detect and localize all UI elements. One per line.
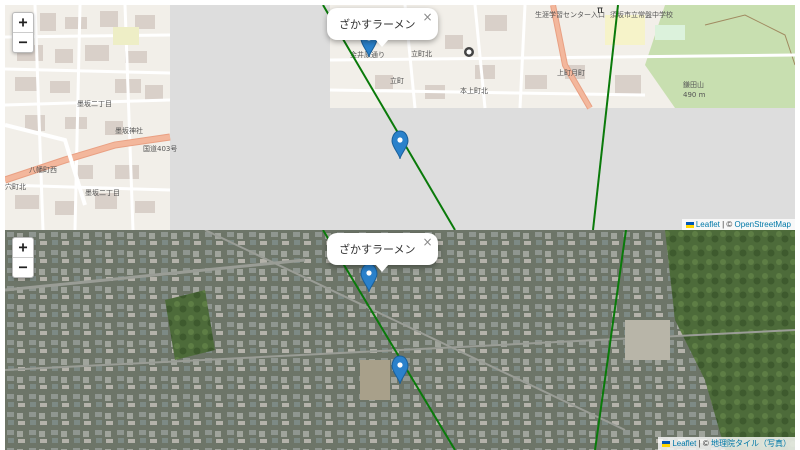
attribution-aerial: Leaflet | © 地理院タイル（写真）	[658, 437, 795, 450]
marker-popup-aerial: ざかすラーメン ×	[327, 233, 438, 272]
leaflet-link[interactable]: Leaflet	[696, 220, 720, 229]
label-area-3: 国道403号	[143, 144, 177, 153]
label-street-2: 立町	[390, 76, 404, 85]
zoom-control-aerial: + −	[12, 237, 34, 278]
label-mountain: 鎌田山	[683, 80, 704, 89]
ukraine-flag-icon-aerial	[662, 440, 671, 447]
aerial-field	[360, 360, 390, 400]
zoom-in-button-aerial[interactable]: +	[13, 238, 33, 257]
popup-text-aerial: ざかすラーメン	[339, 243, 416, 256]
label-street-3: 本上町北	[460, 86, 488, 95]
osm-school-grounds	[605, 15, 645, 45]
osm-link[interactable]: OpenStreetMap	[735, 220, 791, 229]
popup-close-button-aerial[interactable]: ×	[423, 235, 433, 249]
osm-map[interactable]: 墨坂二丁目 墨坂神社 国道403号 八幡町西 墨坂二丁目 穴町北 立町北 立町 …	[5, 5, 795, 230]
zoom-control: + −	[12, 12, 34, 53]
label-area-4: 八幡町西	[29, 165, 57, 174]
gsi-link[interactable]: 地理院タイル（写真）	[711, 439, 791, 448]
popup-text: ざかすラーメン	[339, 18, 416, 31]
label-area-6: 穴町北	[5, 182, 26, 191]
aerial-map[interactable]: + − ざかすラーメン × Leaflet | © 地理院タイル（写真）	[5, 230, 795, 450]
attribution: Leaflet | © OpenStreetMap	[681, 219, 795, 230]
label-street-1: 立町北	[411, 49, 432, 58]
location-marker-2[interactable]	[391, 130, 409, 160]
attribution-separator-aerial: | ©	[696, 439, 711, 448]
zoom-out-button[interactable]: −	[13, 32, 33, 52]
osm-park-patch	[113, 27, 139, 45]
label-street-4: 上町月町	[557, 68, 585, 77]
attribution-separator: | ©	[719, 220, 735, 229]
label-area-2: 墨坂神社	[115, 126, 143, 135]
leaflet-link-aerial[interactable]: Leaflet	[672, 439, 696, 448]
shrine-icon: π	[597, 5, 603, 16]
label-school-2: 須坂市立常盤中学校	[610, 10, 673, 19]
popup-tip	[375, 39, 390, 47]
label-school-1: 生涯学習センター入口	[535, 10, 605, 19]
zoom-in-button[interactable]: +	[13, 13, 33, 32]
label-area-1: 墨坂二丁目	[77, 99, 112, 108]
ukraine-flag-icon	[685, 221, 694, 228]
popup-close-button[interactable]: ×	[423, 10, 433, 24]
label-mountain-elev: 490 m	[683, 91, 706, 99]
marker-popup: ざかすラーメン ×	[327, 8, 438, 47]
zoom-out-button-aerial[interactable]: −	[13, 257, 33, 277]
label-area-5: 墨坂二丁目	[85, 188, 120, 197]
